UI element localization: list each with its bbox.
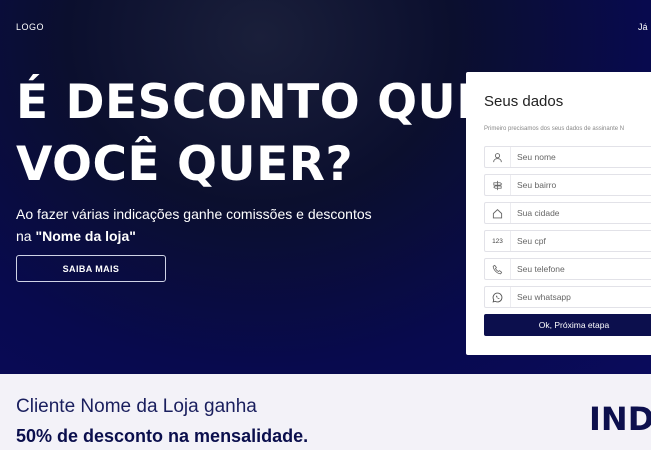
store-name: "Nome da loja" [35,228,136,244]
cpf-field[interactable]: 123 [484,230,651,252]
city-field[interactable] [484,202,651,224]
headline-line-1: É DESCONTO QUE [16,75,489,130]
name-input[interactable] [511,151,651,163]
phone-input[interactable] [511,263,651,275]
benefit-line-1: Cliente Nome da Loja ganha [16,396,257,417]
whatsapp-field[interactable] [484,286,651,308]
phone-icon [485,259,511,279]
user-icon [485,147,511,167]
whatsapp-input[interactable] [511,291,651,303]
form-description: Primeiro precisamos dos seus dados de as… [484,126,625,132]
hero-section: LOGO Já É DESCONTO QUE VOCÊ QUER? Ao faz… [0,0,651,374]
login-link[interactable]: Já [638,22,648,32]
headline-line-2: VOCÊ QUER? [16,137,354,192]
benefit-section: Cliente Nome da Loja ganha 50% de descon… [0,374,651,450]
home-icon [485,203,511,223]
benefit-line-2: 50% de desconto na mensalidade. [16,426,309,446]
phone-field[interactable] [484,258,651,280]
hero-subtitle: Ao fazer várias indicações ganhe comissõ… [16,203,456,247]
cpf-input[interactable] [511,235,651,247]
indique-heading: INDI [589,400,651,438]
city-input[interactable] [511,207,651,219]
signup-form-card: Seus dados Primeiro precisamos dos seus … [466,72,651,355]
subtitle-text: Ao fazer várias indicações ganhe comissõ… [16,206,372,222]
neighborhood-field[interactable] [484,174,651,196]
neighborhood-input[interactable] [511,179,651,191]
signpost-icon [485,175,511,195]
saiba-mais-button[interactable]: SAIBA MAIS [16,255,166,282]
name-field[interactable] [484,146,651,168]
next-step-button[interactable]: Ok, Próxima etapa [484,314,651,336]
hero-headline: É DESCONTO QUE VOCÊ QUER? [16,72,489,196]
whatsapp-icon [485,287,511,307]
form-title: Seus dados [484,93,564,110]
logo[interactable]: LOGO [16,22,44,32]
subtitle-prefix: na [16,228,36,244]
numbers-icon: 123 [485,231,511,251]
